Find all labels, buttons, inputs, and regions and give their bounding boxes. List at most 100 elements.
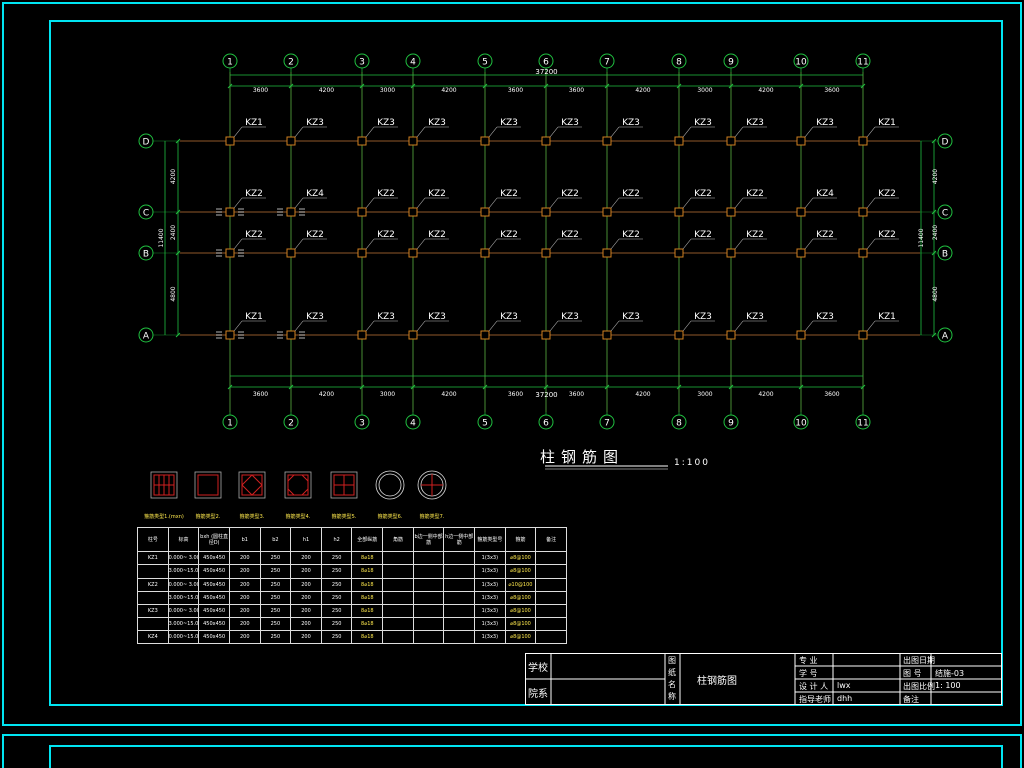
column-leader (866, 197, 876, 209)
column-label-KZ2: KZ2 (377, 230, 395, 240)
column-leader (416, 197, 426, 209)
column-label-KZ3: KZ3 (306, 312, 324, 322)
table-row: KZ30.000~ 3.000450x4502002502002508⌀181(… (137, 603, 567, 618)
axis-label-2: 2 (288, 419, 294, 429)
column-label-KZ2: KZ2 (245, 230, 263, 240)
schedule-cell: ⌀8@100 (504, 603, 537, 618)
column-leader (488, 126, 498, 138)
column-label-KZ3: KZ3 (622, 312, 640, 322)
schedule-cell: 200 (290, 616, 322, 631)
axis-label-D: D (942, 138, 949, 148)
column-KZ3 (602, 330, 612, 340)
dim-spacing-label-v: 4200 (932, 169, 939, 184)
schedule-cell: 200 (228, 577, 261, 592)
column-KZ3 (408, 330, 418, 340)
section-type-3: 箍筋类型3. (238, 471, 266, 520)
column-KZ2 (408, 248, 418, 258)
axis-label-C: C (143, 209, 149, 219)
schedule-cell (412, 564, 445, 579)
schedule-cell: 0.000~ 3.000 (167, 603, 200, 618)
axis-label-10: 10 (795, 58, 807, 68)
column-label-KZ2: KZ2 (428, 230, 446, 240)
column-KZ4 (286, 207, 296, 217)
stirrup-diamond (241, 474, 263, 496)
column-KZ3 (541, 330, 551, 340)
column-leader (804, 320, 814, 332)
column-label-KZ3: KZ3 (746, 312, 764, 322)
schedule-header-cell: 标高 (167, 526, 200, 553)
axis-label-7: 7 (604, 58, 610, 68)
column-leader (866, 126, 876, 138)
schedule-cell (535, 551, 567, 566)
schedule-header-cell: 柱号 (137, 526, 169, 553)
column-leader (610, 197, 620, 209)
section-type-label: 箍筋类型5. (332, 513, 357, 520)
column-leader (488, 320, 498, 332)
column-KZ3 (796, 330, 806, 340)
schedule-cell: 1(3x3) (474, 577, 506, 592)
column-leader (416, 238, 426, 250)
column-KZ3 (408, 136, 418, 146)
schedule-cell: ⌀10@100 (504, 577, 537, 592)
column-label-KZ4: KZ4 (306, 189, 324, 199)
column-label-KZ3: KZ3 (500, 118, 518, 128)
column-leader (804, 238, 814, 250)
column-KZ3 (286, 330, 296, 340)
schedule-cell: 200 (228, 603, 261, 618)
column-leader (233, 197, 243, 209)
dim-spacing-label: 4200 (319, 391, 334, 398)
axis-label-B: B (942, 250, 948, 260)
dim-spacing-label-v: 4800 (932, 286, 939, 301)
axis-label-9: 9 (728, 58, 734, 68)
axis-label-6: 6 (543, 419, 549, 429)
column-label-KZ1: KZ1 (878, 312, 896, 322)
dim-spacing-label: 3000 (697, 391, 712, 398)
table-row: KZ10.000~ 3.000450x4502002502002508⌀181(… (137, 551, 567, 566)
column-KZ2 (858, 207, 868, 217)
schedule-cell: 1(3x3) (474, 590, 506, 605)
section-outline (375, 470, 405, 500)
drawing-title: 柱钢筋图 (540, 448, 624, 466)
major-label: 专 业 (799, 656, 818, 665)
schedule-cell: 450x450 (198, 564, 230, 579)
schedule-cell: 0.000~ 3.000 (167, 577, 200, 592)
schedule-cell (535, 577, 567, 592)
column-label-KZ2: KZ2 (500, 230, 518, 240)
section-type-label: 箍筋类型2. (196, 513, 221, 520)
column-leader (416, 320, 426, 332)
column-label-KZ3: KZ3 (377, 118, 395, 128)
designer-label: 设 计 人 (799, 682, 829, 691)
schedule-cell (535, 603, 567, 618)
schedule-cell (443, 616, 476, 631)
column-label-KZ2: KZ2 (561, 189, 579, 199)
column-KZ2 (286, 248, 296, 258)
column-KZ2 (541, 248, 551, 258)
column-label-KZ3: KZ3 (816, 118, 834, 128)
column-leader (488, 197, 498, 209)
column-KZ3 (286, 136, 296, 146)
column-label-KZ2: KZ2 (878, 230, 896, 240)
column-leader (549, 126, 559, 138)
column-label-KZ2: KZ2 (428, 189, 446, 199)
axis-label-8: 8 (676, 419, 682, 429)
table-row: KZ20.000~ 3.000450x4502002502002508⌀181(… (137, 577, 567, 592)
schedule-cell (412, 577, 445, 592)
schedule-cell (412, 629, 445, 645)
column-leader (734, 197, 744, 209)
column-label-KZ2: KZ2 (622, 189, 640, 199)
section-type-7: 箍筋类型7. (417, 470, 447, 520)
schedule-cell (535, 629, 567, 645)
dim-total-label-v: 11400 (918, 228, 925, 247)
column-leader (610, 238, 620, 250)
dim-spacing-label: 3000 (380, 87, 395, 94)
schedule-cell (382, 577, 414, 592)
schedule-header-cell: b边一侧中部筋 (412, 526, 445, 553)
schedule-cell: 8⌀18 (351, 564, 384, 579)
column-KZ2 (674, 248, 684, 258)
schedule-cell: KZ4 (137, 629, 169, 645)
schedule-header-cell: 箍筋 (504, 526, 537, 553)
remark-label: 备注 (903, 695, 919, 704)
column-leader (866, 238, 876, 250)
schedule-cell: 1(3x3) (474, 603, 506, 618)
schedule-cell: 450x450 (198, 551, 230, 566)
